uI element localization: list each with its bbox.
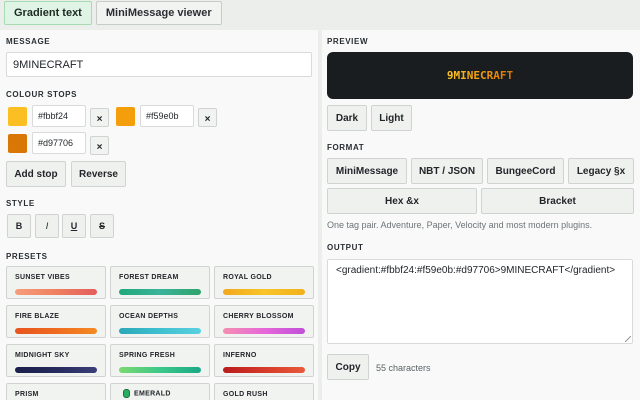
format-hint: One tag pair. Adventure, Paper, Velocity… — [327, 220, 593, 230]
colour-stop-swatch[interactable] — [8, 107, 27, 126]
remove-stop-button[interactable]: × — [90, 136, 109, 155]
preset-gradient-bar — [15, 367, 97, 373]
preset-name: PRISM — [15, 391, 39, 398]
format-legacy-button[interactable]: Legacy §x — [568, 158, 634, 184]
tab-minimessage-viewer[interactable]: MiniMessage viewer — [95, 1, 222, 25]
preset-name: GOLD RUSH — [223, 391, 268, 398]
italic-glyph: I — [45, 221, 49, 231]
format-label: FORMAT — [327, 143, 365, 152]
preset-name: CHERRY BLOSSOM — [223, 313, 294, 320]
bold-glyph: B — [15, 221, 23, 231]
colour-stop-hex-input[interactable]: #fbbf24 — [32, 105, 86, 127]
theme-dark-button[interactable]: Dark — [327, 105, 367, 131]
preset-name: EMERALD — [134, 390, 171, 398]
preset-gradient-bar — [223, 328, 305, 334]
add-stop-button[interactable]: Add stop — [6, 161, 66, 187]
message-label: MESSAGE — [6, 37, 51, 46]
preset-gradient-bar — [119, 328, 201, 334]
character-count: 55 characters — [376, 363, 431, 373]
underline-button[interactable]: U — [62, 214, 86, 238]
preset-name: MIDNIGHT SKY — [15, 352, 70, 359]
colour-stop-hex-input[interactable]: #f59e0b — [140, 105, 194, 127]
preview-box: 9MINECRAFT — [327, 52, 633, 99]
output-textarea[interactable]: <gradient:#fbbf24:#f59e0b:#d97706>9MINEC… — [327, 259, 633, 344]
preset-name: SPRING FRESH — [119, 352, 176, 359]
colour-stops-label: COLOUR STOPS — [6, 90, 78, 99]
preset-name: INFERNO — [223, 352, 257, 359]
presets-label: PRESETS — [6, 252, 48, 261]
remove-stop-button[interactable]: × — [198, 108, 217, 127]
format-hex-button[interactable]: Hex &x — [327, 188, 477, 214]
preset-gradient-bar — [15, 289, 97, 295]
format-nbt-json-button[interactable]: NBT / JSON — [411, 158, 483, 184]
underline-glyph: U — [70, 221, 78, 231]
preset-royal-gold[interactable]: ROYAL GOLD — [214, 266, 314, 299]
italic-button[interactable]: I — [35, 214, 59, 238]
format-minimessage-button[interactable]: MiniMessage — [327, 158, 407, 184]
bold-button[interactable]: B — [7, 214, 31, 238]
colour-stop-swatch[interactable] — [116, 107, 135, 126]
preset-gradient-bar — [223, 289, 305, 295]
preset-prism[interactable]: PRISM — [6, 383, 106, 400]
reverse-button[interactable]: Reverse — [71, 161, 126, 187]
preset-gradient-bar — [15, 328, 97, 334]
resize-handle-icon[interactable] — [625, 336, 631, 342]
preview-label: PREVIEW — [327, 37, 369, 46]
tab-bar: Gradient text MiniMessage viewer — [4, 1, 222, 25]
theme-light-button[interactable]: Light — [371, 105, 412, 131]
preview-text: 9MINECRAFT — [446, 69, 514, 82]
preset-gradient-bar — [223, 367, 305, 373]
preset-sunset-vibes[interactable]: SUNSET VIBES — [6, 266, 106, 299]
editor-panel: MESSAGE 9MINECRAFT COLOUR STOPS #fbbf24 … — [0, 30, 318, 400]
preset-forest-dream[interactable]: FOREST DREAM — [110, 266, 210, 299]
message-input[interactable]: 9MINECRAFT — [6, 52, 312, 77]
tab-gradient-text[interactable]: Gradient text — [4, 1, 92, 25]
remove-stop-button[interactable]: × — [90, 108, 109, 127]
colour-stop-hex-input[interactable]: #d97706 — [32, 132, 86, 154]
copy-button[interactable]: Copy — [327, 354, 369, 380]
preset-name: FIRE BLAZE — [15, 313, 60, 320]
output-label: OUTPUT — [327, 243, 364, 252]
preset-name: FOREST DREAM — [119, 274, 179, 281]
preset-name: OCEAN DEPTHS — [119, 313, 179, 320]
preset-name: SUNSET VIBES — [15, 274, 70, 281]
preset-cherry-blossom[interactable]: CHERRY BLOSSOM — [214, 305, 314, 338]
colour-stop-swatch[interactable] — [8, 134, 27, 153]
format-bungeecord-button[interactable]: BungeeCord — [487, 158, 564, 184]
style-label: STYLE — [6, 199, 35, 208]
output-text: <gradient:#fbbf24:#f59e0b:#d97706>9MINEC… — [336, 265, 616, 276]
format-bracket-button[interactable]: Bracket — [481, 188, 634, 214]
emerald-icon — [123, 389, 130, 398]
preset-ocean-depths[interactable]: OCEAN DEPTHS — [110, 305, 210, 338]
preset-gold-rush[interactable]: GOLD RUSH — [214, 383, 314, 400]
strikethrough-button[interactable]: S — [90, 214, 114, 238]
preset-emerald[interactable]: EMERALD — [110, 383, 210, 400]
preset-midnight-sky[interactable]: MIDNIGHT SKY — [6, 344, 106, 377]
preset-fire-blaze[interactable]: FIRE BLAZE — [6, 305, 106, 338]
preset-inferno[interactable]: INFERNO — [214, 344, 314, 377]
preset-name: ROYAL GOLD — [223, 274, 272, 281]
preset-name-with-icon: EMERALD — [123, 389, 171, 398]
strikethrough-glyph: S — [98, 221, 105, 231]
preset-gradient-bar — [119, 367, 201, 373]
preset-spring-fresh[interactable]: SPRING FRESH — [110, 344, 210, 377]
preset-gradient-bar — [119, 289, 201, 295]
output-panel: PREVIEW 9MINECRAFT Dark Light FORMAT Min… — [322, 30, 640, 400]
